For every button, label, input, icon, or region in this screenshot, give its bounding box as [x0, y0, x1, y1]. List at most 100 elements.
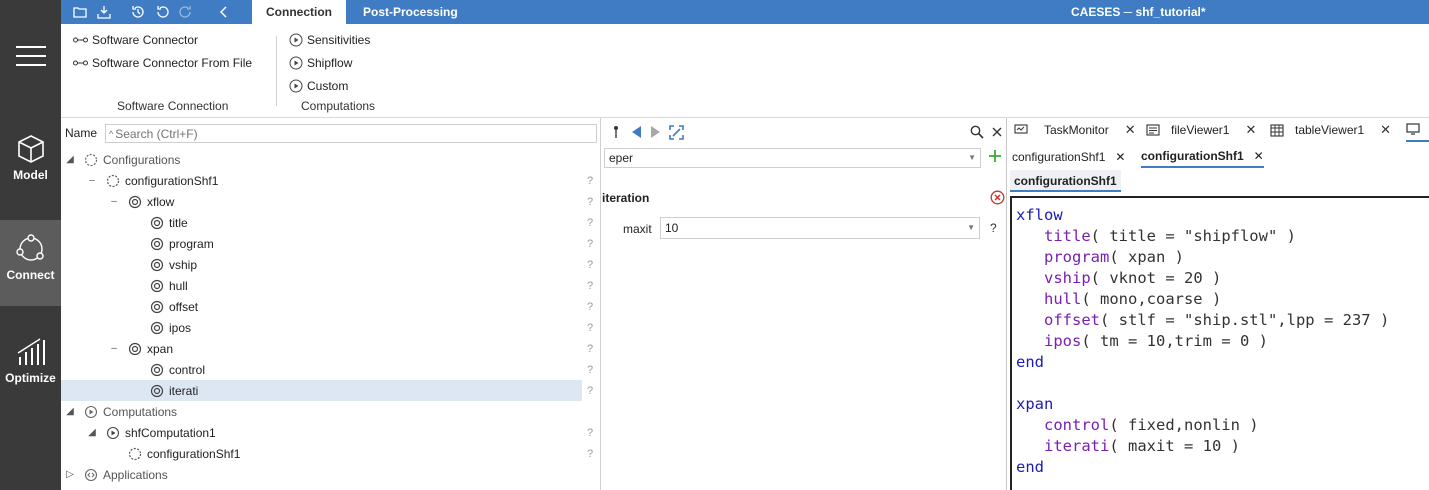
tree-row-control[interactable]: control ?: [61, 359, 593, 380]
custom-button[interactable]: Custom: [289, 76, 348, 96]
tree-row-xflow[interactable]: – xflow ?: [61, 191, 593, 212]
tree-row-computations[interactable]: ◢ Computations: [61, 401, 582, 422]
chevron-down-icon[interactable]: ▼: [967, 218, 975, 238]
tab-post-processing[interactable]: Post-Processing: [349, 0, 472, 24]
help-icon[interactable]: ?: [990, 221, 997, 235]
collapse-minus-icon[interactable]: –: [109, 196, 119, 207]
shipflow-button[interactable]: Shipflow: [289, 53, 352, 73]
code-line: hull( mono,coarse ): [1044, 290, 1222, 308]
tab-taskmonitor[interactable]: TaskMonitor ✕: [1014, 118, 1136, 142]
tree-row-configurationshf1-ref[interactable]: configurationShf1 ?: [61, 443, 593, 464]
tab-fileviewer1[interactable]: fileViewer1 ✕: [1146, 118, 1256, 142]
tree-row-label: Applications: [103, 467, 168, 482]
forward-arrow-icon[interactable]: [649, 124, 661, 140]
software-connection-group-label: Software Connection: [117, 99, 229, 113]
search-icon[interactable]: [969, 124, 985, 140]
subtab-configurationshf1-b[interactable]: configurationShf1 ✕: [1141, 146, 1264, 168]
help-icon[interactable]: ?: [587, 385, 593, 397]
tab-connection[interactable]: Connection: [252, 0, 346, 24]
chevron-down-icon[interactable]: ▼: [968, 149, 976, 167]
help-icon[interactable]: ?: [587, 280, 593, 292]
target-circle-icon: [150, 321, 164, 334]
nav-connect[interactable]: Connect: [0, 220, 61, 306]
collapse-triangle-icon[interactable]: ◢: [65, 406, 75, 417]
remove-icon[interactable]: [990, 190, 1005, 208]
code-line: offset( stlf = "ship.stl",lpp = 237 ): [1044, 311, 1390, 329]
tree-row-label: configurationShf1: [147, 446, 241, 461]
help-icon[interactable]: ?: [587, 217, 593, 229]
tree-row-label: iterati: [169, 383, 199, 398]
tree-row-offset[interactable]: offset ?: [61, 296, 593, 317]
tree-row-label: Configurations: [103, 152, 181, 167]
collapse-minus-icon[interactable]: –: [109, 343, 119, 354]
code-line: end: [1016, 353, 1044, 371]
code-editor[interactable]: xflow title( title = "shipflow" ) progra…: [1010, 196, 1429, 490]
help-icon[interactable]: ?: [587, 427, 593, 439]
pin-icon[interactable]: [612, 124, 620, 140]
custom-label: Custom: [307, 79, 349, 93]
close-icon[interactable]: ✕: [1125, 122, 1136, 138]
close-icon[interactable]: [990, 124, 1004, 140]
help-icon[interactable]: ?: [587, 301, 593, 313]
sensitivities-label: Sensitivities: [307, 33, 371, 47]
nav-optimize[interactable]: Optimize: [0, 323, 61, 409]
tree-row-configurations[interactable]: ◢ Configurations: [61, 149, 582, 170]
hamburger-menu-icon[interactable]: [0, 20, 61, 92]
tab-tableviewer1[interactable]: tableViewer1 ✕: [1270, 118, 1391, 142]
tab-label: TaskMonitor: [1044, 123, 1109, 137]
add-icon[interactable]: [988, 149, 1002, 166]
command-field[interactable]: eper ▼: [604, 148, 981, 168]
help-icon[interactable]: ?: [587, 259, 593, 271]
help-icon[interactable]: ?: [587, 196, 593, 208]
expand-triangle-icon[interactable]: ▷: [65, 469, 75, 480]
code-line: title( title = "shipflow" ): [1044, 227, 1296, 245]
tree-search-box[interactable]: ^: [105, 124, 597, 143]
undo-icon[interactable]: [153, 3, 171, 21]
tree-row-hull[interactable]: hull ?: [61, 275, 593, 296]
close-icon[interactable]: ✕: [1380, 122, 1391, 138]
software-connector-button[interactable]: Software Connector: [73, 30, 198, 50]
history-icon[interactable]: [129, 3, 147, 21]
search-input[interactable]: [113, 126, 584, 141]
screen-icon: [1406, 123, 1420, 135]
redo-icon[interactable]: [177, 3, 195, 21]
code-line: program( xpan ): [1044, 248, 1184, 266]
software-connector-from-file-button[interactable]: Software Connector From File: [73, 53, 252, 73]
dashed-circle-icon: [106, 174, 120, 187]
help-icon[interactable]: ?: [587, 448, 593, 460]
nav-model[interactable]: Model: [0, 120, 61, 206]
tree-row-title[interactable]: title ?: [61, 212, 593, 233]
tree-row-applications[interactable]: ▷ Applications: [61, 464, 582, 485]
maxit-label: maxit: [623, 222, 652, 236]
tree-row-ipos[interactable]: ipos ?: [61, 317, 593, 338]
fit-view-icon[interactable]: [668, 124, 684, 140]
tree-row-shfcomputation1[interactable]: ◢ shfComputation1 ?: [61, 422, 593, 443]
code-line: control( fixed,nonlin ): [1044, 416, 1259, 434]
tree-row-iterati[interactable]: iterati ?: [61, 380, 593, 401]
save-icon[interactable]: [95, 3, 113, 21]
tree-row-configurationshf1[interactable]: – configurationShf1 ?: [61, 170, 593, 191]
collapse-minus-icon[interactable]: –: [87, 175, 97, 186]
subtab-configurationshf1-a[interactable]: configurationShf1 ✕: [1012, 146, 1125, 168]
help-icon[interactable]: ?: [587, 238, 593, 250]
help-icon[interactable]: ?: [587, 322, 593, 334]
shipflow-label: Shipflow: [307, 56, 353, 70]
close-icon[interactable]: ✕: [1115, 150, 1125, 164]
help-icon[interactable]: ?: [587, 175, 593, 187]
tree-row-vship[interactable]: vship ?: [61, 254, 593, 275]
collapse-triangle-icon[interactable]: ◢: [87, 427, 97, 438]
sensitivities-button[interactable]: Sensitivities: [289, 30, 370, 50]
collapse-triangle-icon[interactable]: ◢: [65, 154, 75, 165]
tree-row-program[interactable]: program ?: [61, 233, 593, 254]
back-arrow-icon[interactable]: [630, 124, 642, 140]
chevron-left-icon[interactable]: [215, 3, 233, 21]
tree-row-xpan[interactable]: – xpan ?: [61, 338, 593, 359]
tab-more[interactable]: [1406, 118, 1429, 142]
open-folder-icon[interactable]: [71, 3, 89, 21]
maxit-field[interactable]: 10 ▼: [660, 217, 980, 239]
close-icon[interactable]: ✕: [1254, 149, 1264, 163]
file-tab[interactable]: configurationShf1: [1010, 170, 1121, 192]
close-icon[interactable]: ✕: [1245, 122, 1256, 138]
help-icon[interactable]: ?: [587, 343, 593, 355]
help-icon[interactable]: ?: [587, 364, 593, 376]
